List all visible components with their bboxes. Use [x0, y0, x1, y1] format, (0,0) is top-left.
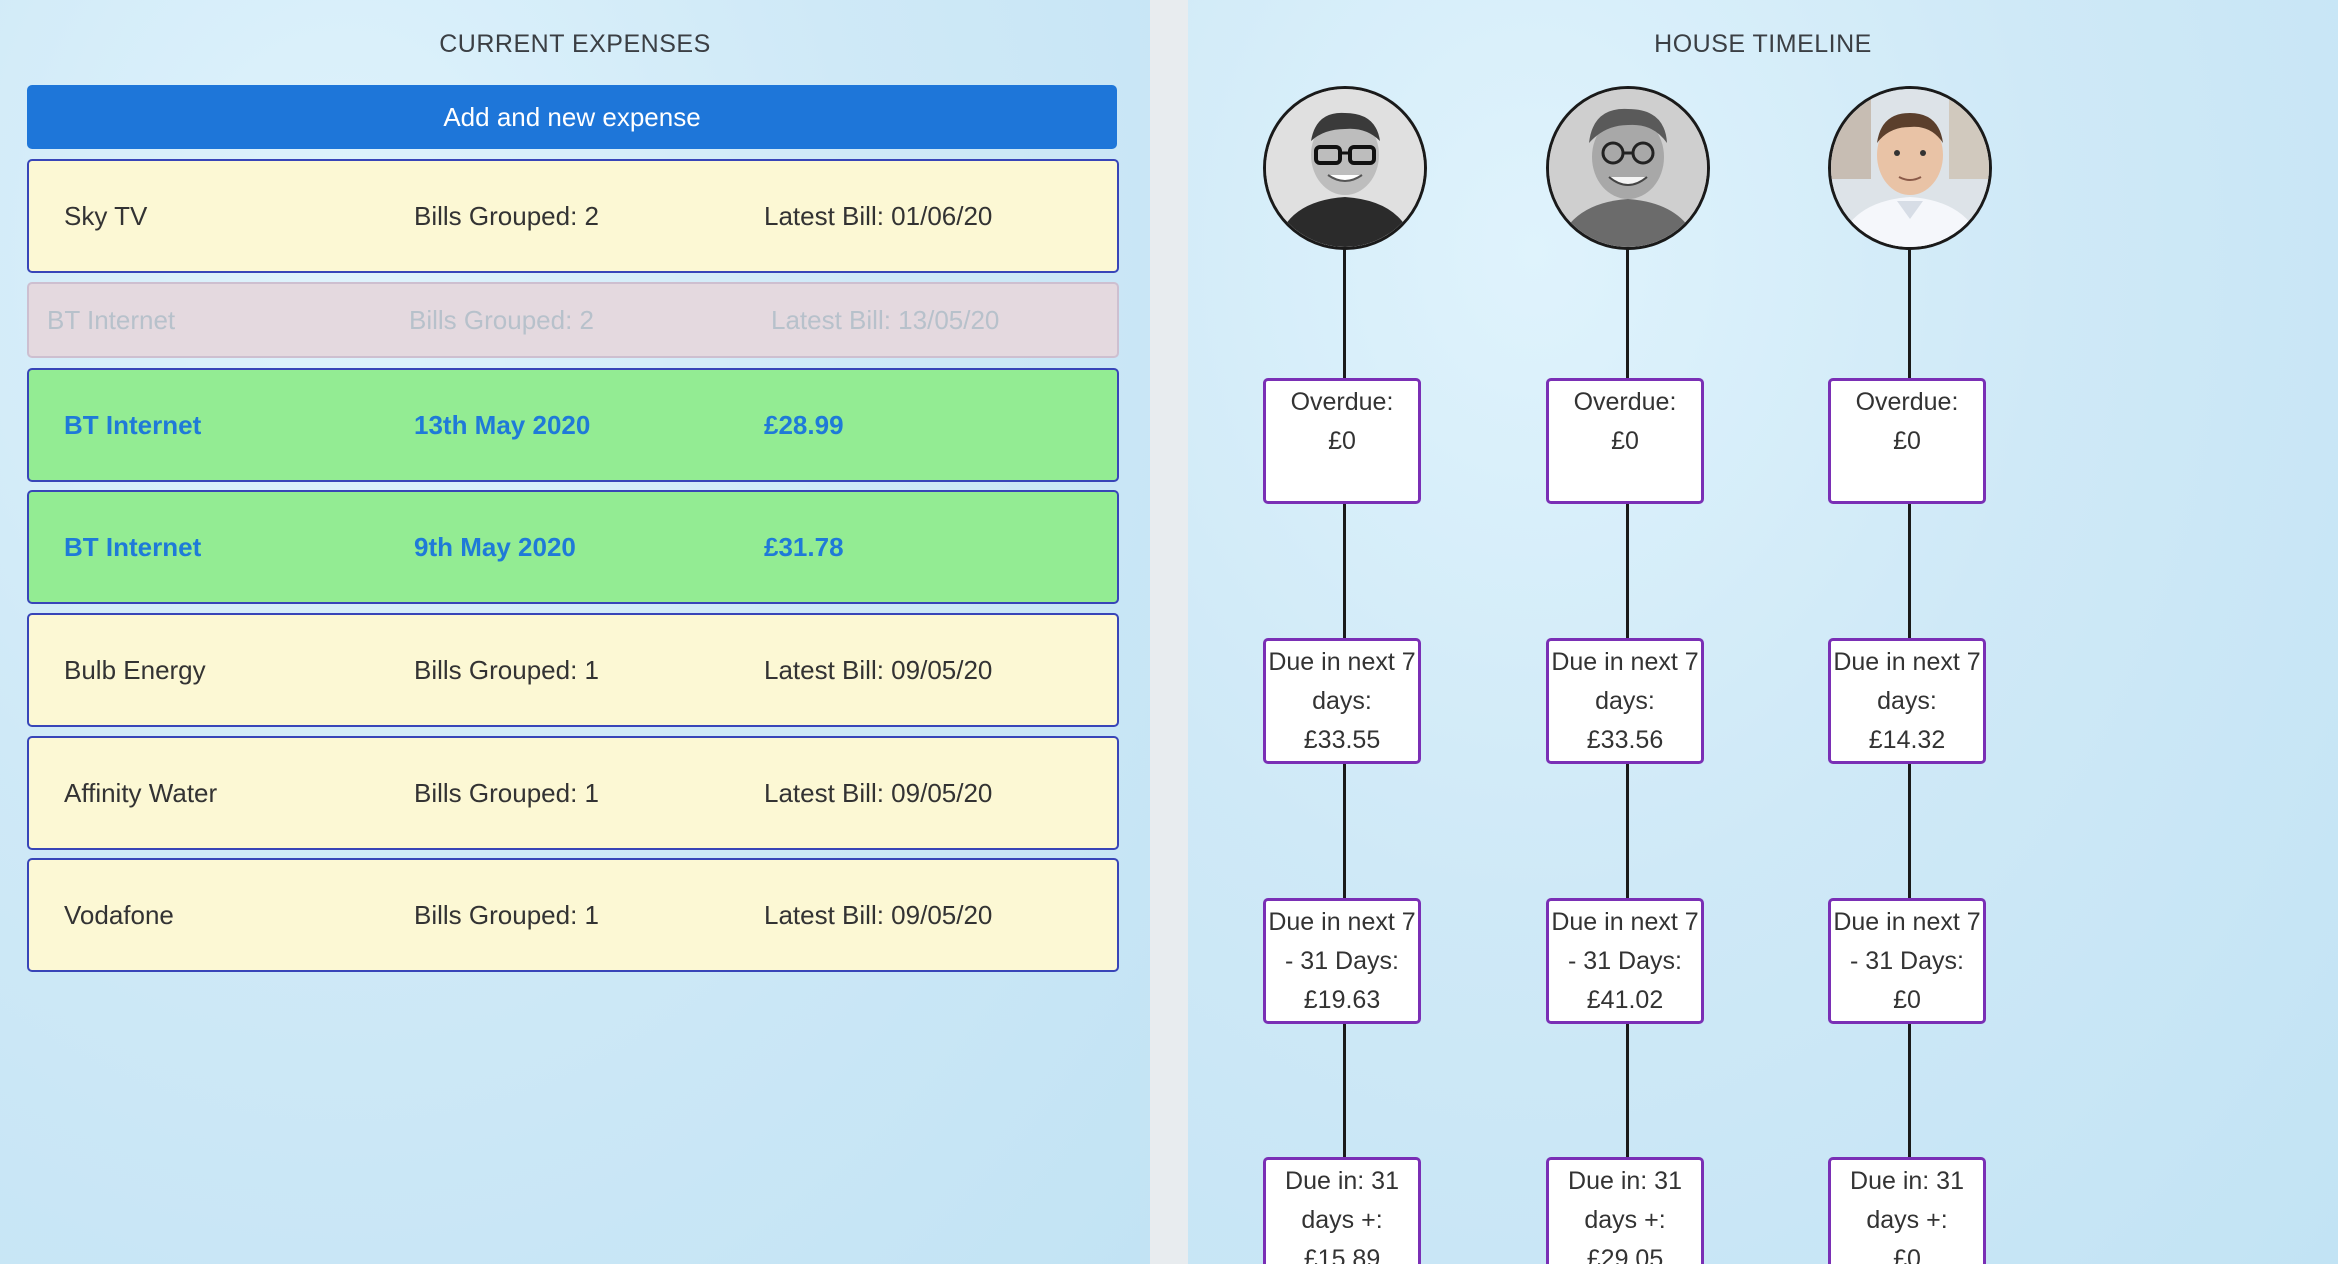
due-amount: £29.05	[1586, 1245, 1664, 1264]
house-timeline-panel: HOUSE TIMELINE Overdue: £0 Due in next 7…	[1188, 0, 2338, 1264]
due-label-line2: days +:	[1866, 1206, 1948, 1234]
overdue-amount: £0	[1328, 427, 1356, 455]
due-label-line2: days:	[1877, 687, 1937, 715]
current-expenses-panel: CURRENT EXPENSES Add and new expense Sky…	[0, 0, 1150, 1264]
overdue-label: Overdue:	[1573, 388, 1677, 416]
expense-row-bulb-energy[interactable]: Bulb Energy Bills Grouped: 1 Latest Bill…	[27, 613, 1119, 727]
bill-row-bt-internet-13-may[interactable]: BT Internet 13th May 2020 £28.99	[27, 368, 1119, 482]
due-label-line2: days +:	[1301, 1206, 1383, 1234]
current-expenses-title: CURRENT EXPENSES	[439, 30, 711, 58]
due-amount: £15.89	[1303, 1245, 1381, 1264]
latest-bill: Latest Bill: 13/05/20	[771, 305, 1000, 335]
person-photo-icon	[1831, 89, 1989, 247]
due-label-line2: - 31 Days:	[1285, 947, 1399, 975]
latest-bill: Latest Bill: 01/06/20	[764, 201, 993, 231]
bill-amount: £28.99	[764, 410, 844, 440]
bills-grouped: Bills Grouped: 1	[414, 900, 599, 930]
due-amount: £14.32	[1868, 726, 1946, 754]
due-label-line1: Due in: 31	[1850, 1167, 1964, 1195]
due-label-line2: days:	[1595, 687, 1655, 715]
expense-name: Sky TV	[64, 201, 148, 231]
due-label-line1: Due in next 7	[1551, 648, 1699, 676]
overdue-amount: £0	[1611, 427, 1639, 455]
latest-bill: Latest Bill: 09/05/20	[764, 655, 993, 685]
expense-name: BT Internet	[47, 305, 176, 335]
due-next-7-days-box: Due in next 7 days: £33.55	[1263, 638, 1421, 764]
person-photo-icon	[1549, 89, 1707, 247]
overdue-box: Overdue: £0	[1263, 378, 1421, 504]
timeline-column-person-2: Overdue: £0 Due in next 7 days: £33.56 D…	[1546, 0, 1710, 1264]
avatar-person-2[interactable]	[1546, 86, 1710, 250]
due-31-plus-days-box: Due in: 31 days +: £15.89	[1263, 1157, 1421, 1264]
due-next-7-days-box: Due in next 7 days: £33.56	[1546, 638, 1704, 764]
add-expense-button[interactable]: Add and new expense	[27, 85, 1117, 149]
due-label-line1: Due in next 7	[1833, 648, 1981, 676]
due-amount: £33.55	[1303, 726, 1381, 754]
due-label-line2: days +:	[1584, 1206, 1666, 1234]
due-label-line1: Due in next 7	[1833, 908, 1981, 936]
due-label-line2: days:	[1312, 687, 1372, 715]
due-amount: £33.56	[1586, 726, 1664, 754]
person-photo-icon	[1266, 89, 1424, 247]
due-next-7-days-box: Due in next 7 days: £14.32	[1828, 638, 1986, 764]
bill-amount: £31.78	[764, 532, 844, 562]
expense-name: Bulb Energy	[64, 655, 206, 685]
expense-row-vodafone[interactable]: Vodafone Bills Grouped: 1 Latest Bill: 0…	[27, 858, 1119, 972]
due-label-line1: Due in next 7	[1268, 908, 1416, 936]
timeline-column-person-1: Overdue: £0 Due in next 7 days: £33.55 D…	[1263, 0, 1427, 1264]
due-label-line1: Due in next 7	[1268, 648, 1416, 676]
due-amount: £0	[1893, 1245, 1921, 1264]
due-label-line1: Due in: 31	[1285, 1167, 1399, 1195]
overdue-label: Overdue:	[1855, 388, 1959, 416]
overdue-box: Overdue: £0	[1546, 378, 1704, 504]
due-31-plus-days-box: Due in: 31 days +: £29.05	[1546, 1157, 1704, 1264]
avatar-person-1[interactable]	[1263, 86, 1427, 250]
expense-row-sky-tv[interactable]: Sky TV Bills Grouped: 2 Latest Bill: 01/…	[27, 159, 1119, 273]
bills-grouped: Bills Grouped: 2	[414, 201, 599, 231]
due-7-31-days-box: Due in next 7 - 31 Days: £19.63	[1263, 898, 1421, 1024]
timeline-column-person-3: Overdue: £0 Due in next 7 days: £14.32 D…	[1828, 0, 1992, 1264]
overdue-box: Overdue: £0	[1828, 378, 1986, 504]
due-amount: £41.02	[1586, 986, 1664, 1014]
due-label-line1: Due in next 7	[1551, 908, 1699, 936]
bill-date: 13th May 2020	[414, 410, 591, 440]
due-label-line2: - 31 Days:	[1568, 947, 1682, 975]
due-label-line2: - 31 Days:	[1850, 947, 1964, 975]
bill-row-bt-internet-9-may[interactable]: BT Internet 9th May 2020 £31.78	[27, 490, 1119, 604]
latest-bill: Latest Bill: 09/05/20	[764, 900, 993, 930]
bills-grouped: Bills Grouped: 1	[414, 778, 599, 808]
bills-grouped: Bills Grouped: 2	[409, 305, 594, 335]
overdue-label: Overdue:	[1290, 388, 1394, 416]
expense-name: Affinity Water	[64, 778, 218, 808]
panel-divider	[1150, 0, 1188, 1264]
bills-grouped: Bills Grouped: 1	[414, 655, 599, 685]
expense-row-affinity-water[interactable]: Affinity Water Bills Grouped: 1 Latest B…	[27, 736, 1119, 850]
overdue-amount: £0	[1893, 427, 1921, 455]
bill-date: 9th May 2020	[414, 532, 576, 562]
due-7-31-days-box: Due in next 7 - 31 Days: £41.02	[1546, 898, 1704, 1024]
expense-name: Vodafone	[64, 900, 174, 930]
avatar-person-3[interactable]	[1828, 86, 1992, 250]
expense-row-bt-internet-dragging[interactable]: BT Internet Bills Grouped: 2 Latest Bill…	[27, 282, 1119, 358]
latest-bill: Latest Bill: 09/05/20	[764, 778, 993, 808]
due-amount: £0	[1893, 986, 1921, 1014]
due-31-plus-days-box: Due in: 31 days +: £0	[1828, 1157, 1986, 1264]
due-7-31-days-box: Due in next 7 - 31 Days: £0	[1828, 898, 1986, 1024]
bill-name: BT Internet	[64, 410, 202, 440]
due-label-line1: Due in: 31	[1568, 1167, 1682, 1195]
due-amount: £19.63	[1303, 986, 1381, 1014]
bill-name: BT Internet	[64, 532, 202, 562]
